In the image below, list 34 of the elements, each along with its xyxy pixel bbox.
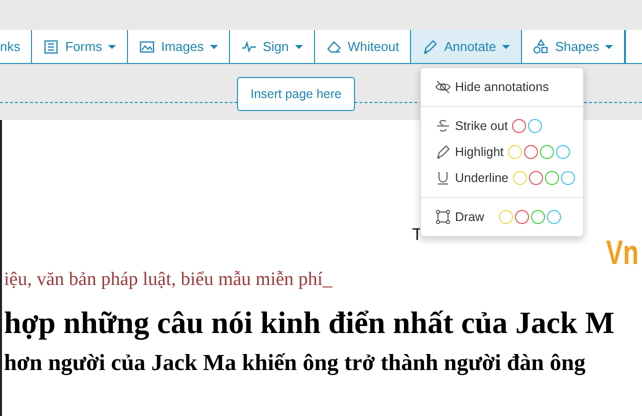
menu-item[interactable]: Highlight (455, 142, 504, 162)
logo-text: Vn (606, 236, 639, 270)
form-icon (43, 38, 60, 54)
image-icon (139, 38, 156, 54)
eraser-icon (326, 38, 342, 54)
menu-item[interactable]: Hide annotations (455, 78, 549, 96)
underline-icon (435, 170, 451, 186)
menu-item[interactable]: Underline (455, 168, 509, 188)
color-swatch[interactable] (524, 145, 538, 159)
menu-item[interactable]: Draw (455, 208, 484, 226)
color-swatch[interactable] (531, 210, 545, 224)
color-swatch[interactable] (556, 145, 570, 159)
color-swatch[interactable] (512, 119, 526, 133)
pen-icon (422, 38, 438, 54)
signature-icon (240, 38, 257, 54)
document-subtitle: iệu, văn bản pháp luật, biểu mẫu miễn phí_ (4, 268, 332, 292)
insert-page-button[interactable]: Insert page here (237, 76, 355, 112)
toolbar-button[interactable]: nks (0, 30, 32, 63)
draw-icon (435, 209, 451, 225)
strikethrough-icon (435, 118, 451, 134)
color-swatch[interactable] (544, 171, 559, 185)
document-paragraph: hơn người của Jack Ma khiến ông trở thành người đàn ông (4, 349, 586, 378)
eye-slash-icon (435, 79, 451, 95)
color-swatch[interactable] (560, 171, 575, 185)
color-swatch[interactable] (540, 145, 554, 159)
color-swatch[interactable] (547, 210, 561, 224)
color-swatch[interactable] (528, 171, 543, 185)
menu-item[interactable]: Strike out (455, 116, 508, 136)
color-swatch[interactable] (528, 119, 542, 133)
highlighter-icon (435, 144, 451, 160)
document-heading: hợp những câu nói kinh điển nhất của Jack M (4, 304, 614, 342)
color-swatch[interactable] (515, 210, 529, 224)
shapes-icon (533, 38, 550, 54)
toolbar-button[interactable]: Annotate (411, 30, 522, 63)
